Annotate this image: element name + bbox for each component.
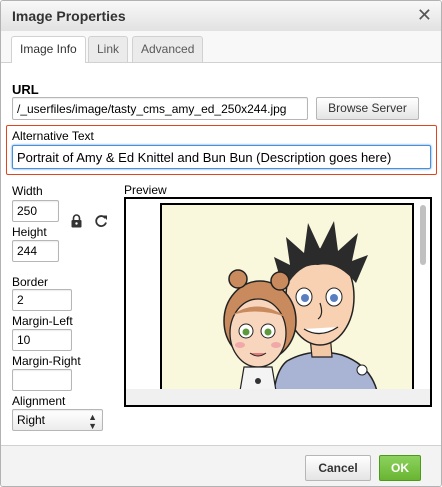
alignment-label: Alignment xyxy=(12,394,66,408)
height-input[interactable] xyxy=(12,240,59,262)
dialog-titlebar[interactable]: Image Properties ✕ xyxy=(1,1,441,32)
preview-vertical-scrollbar[interactable] xyxy=(418,203,428,383)
alignment-select[interactable]: Right ▲ ▼ xyxy=(12,409,103,431)
margin-left-input[interactable] xyxy=(12,329,72,351)
width-input[interactable] xyxy=(12,200,59,222)
alternative-text-label: Alternative Text xyxy=(12,129,94,143)
url-input[interactable] xyxy=(12,97,308,120)
alternative-text-input[interactable] xyxy=(12,145,431,169)
preview-scroll-thumb[interactable] xyxy=(420,205,426,265)
tab-strip: Image Info Link Advanced xyxy=(1,31,441,63)
preview-label: Preview xyxy=(124,183,167,197)
close-icon[interactable]: ✕ xyxy=(417,5,432,26)
dialog-title: Image Properties xyxy=(12,8,126,24)
height-label: Height xyxy=(12,225,47,239)
dialog-footer: Cancel OK xyxy=(1,445,441,486)
ok-button[interactable]: OK xyxy=(379,455,421,481)
cancel-button[interactable]: Cancel xyxy=(305,455,371,481)
select-arrows-icon: ▲ ▼ xyxy=(88,412,97,431)
alignment-value: Right xyxy=(17,413,46,427)
preview-image xyxy=(160,203,414,393)
border-input[interactable] xyxy=(12,289,72,311)
tab-image-info[interactable]: Image Info xyxy=(11,36,86,63)
tab-link[interactable]: Link xyxy=(88,36,129,62)
margin-right-input[interactable] xyxy=(12,369,72,391)
border-label: Border xyxy=(12,275,49,289)
tab-advanced[interactable]: Advanced xyxy=(132,36,204,62)
preview-horizontal-scrollbar[interactable] xyxy=(126,389,430,405)
margin-right-label: Margin-Right xyxy=(12,354,81,368)
preview-area xyxy=(124,197,432,407)
lock-icon[interactable] xyxy=(70,214,83,228)
reset-size-icon[interactable] xyxy=(94,214,108,228)
image-properties-dialog: Image Properties ✕ Image Info Link Advan… xyxy=(0,0,442,487)
margin-left-label: Margin-Left xyxy=(12,314,73,328)
browse-server-button[interactable]: Browse Server xyxy=(316,97,419,120)
url-label: URL xyxy=(12,82,39,97)
width-label: Width xyxy=(12,184,43,198)
